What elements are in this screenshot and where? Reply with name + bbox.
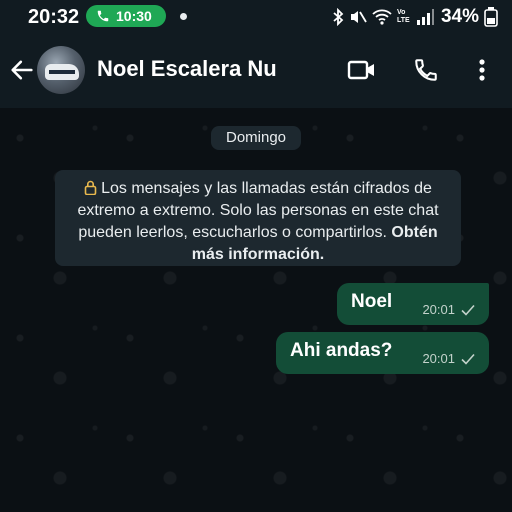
avatar[interactable] [37, 46, 85, 94]
lock-icon [84, 180, 97, 195]
encryption-notice[interactable]: Los mensajes y las llamadas están cifrad… [55, 170, 461, 266]
message-meta: 20:01 [422, 302, 475, 317]
clock: 20:32 [28, 6, 80, 28]
voice-call-icon [415, 59, 437, 81]
message-bubble[interactable]: Ahi andas? 20:01 [276, 332, 489, 374]
contact-name[interactable]: Noel Escalera Nu [97, 56, 277, 82]
encryption-text: Los mensajes y las llamadas están cifrad… [77, 180, 439, 241]
video-call-icon [347, 60, 374, 80]
voice-call-button[interactable] [410, 54, 442, 86]
status-bar: 20:32 10:30 Vo LTE 34% [0, 0, 512, 34]
notification-dot-icon [180, 13, 187, 20]
check-icon [461, 304, 475, 316]
mute-icon [350, 11, 367, 23]
bluetooth-icon [333, 8, 344, 26]
more-options-icon [479, 59, 485, 81]
more-options-button[interactable] [466, 54, 498, 86]
battery-percent: 34% [440, 6, 479, 27]
message-time: 20:01 [422, 302, 455, 317]
phone-icon [97, 10, 109, 22]
date-separator: Domingo [211, 126, 301, 150]
volte-label: Vo LTE [396, 9, 410, 24]
check-icon [461, 353, 475, 365]
chat-header: Noel Escalera Nu [0, 34, 512, 108]
system-icons: Vo LTE 34% [332, 6, 498, 28]
signal-icon [416, 9, 434, 25]
battery-icon [484, 7, 498, 27]
message-text: Noel [351, 291, 393, 312]
call-timer: 10:30 [116, 8, 152, 24]
chat-area[interactable]: Domingo Los mensajes y las llamadas está… [0, 108, 512, 512]
video-call-button[interactable] [346, 54, 378, 86]
back-arrow-icon[interactable] [8, 56, 36, 84]
message-time: 20:01 [422, 351, 455, 366]
message-text: Ahi andas? [290, 340, 393, 361]
message-meta: 20:01 [422, 351, 475, 366]
ongoing-call-pill[interactable]: 10:30 [86, 5, 166, 27]
message-bubble[interactable]: Noel 20:01 [337, 283, 489, 325]
wifi-icon [372, 9, 392, 25]
